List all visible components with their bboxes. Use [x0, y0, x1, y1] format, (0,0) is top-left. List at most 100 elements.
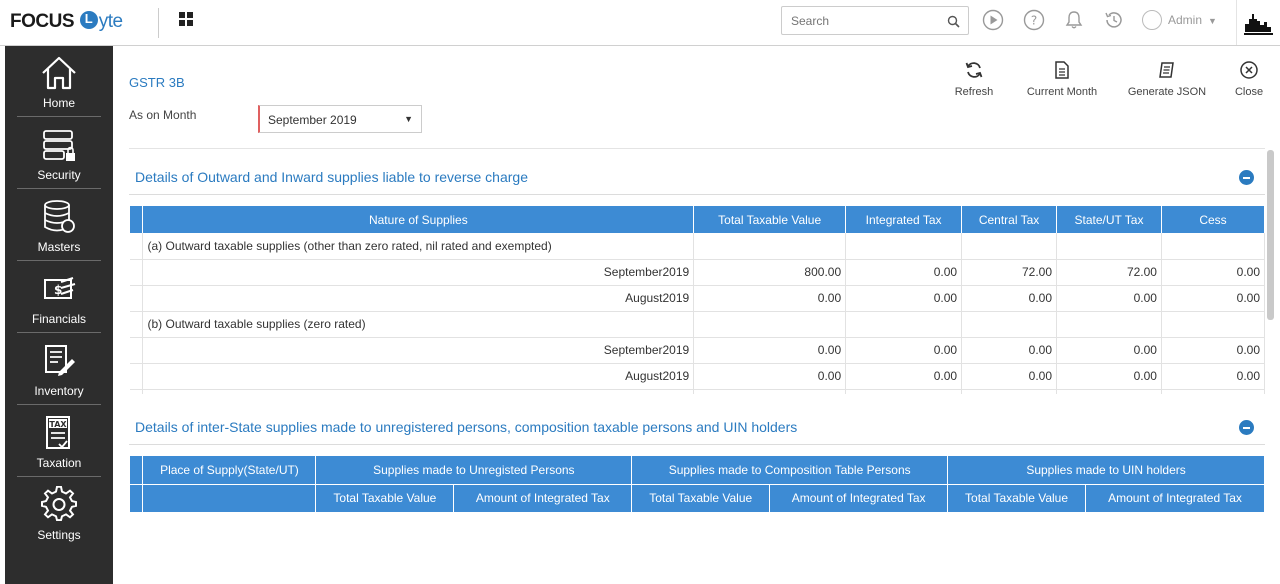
table-row[interactable]: September2019 800.00 0.00 72.00 72.00 0.00 — [130, 259, 1265, 286]
column-header[interactable]: Nature of Supplies — [142, 206, 695, 233]
sidebar-item-taxation[interactable]: TAX Taxation — [5, 406, 113, 478]
section-title-reverse-charge: Details of Outward and Inward supplies l… — [135, 169, 528, 185]
focus-lyte-logo[interactable]: FOCUS yte — [10, 11, 123, 33]
sidebar-item-home[interactable]: Home — [5, 46, 113, 118]
value-cell — [1161, 389, 1265, 394]
sidebar-item-masters[interactable]: Masters — [5, 190, 113, 262]
table-row[interactable]: August2019 0.00 0.00 0.00 0.00 0.00 — [130, 285, 1265, 312]
sidebar-item-financials[interactable]: $ Financials — [5, 262, 113, 334]
column-header[interactable]: Amount of Integrated Tax — [769, 484, 949, 513]
value-cell: 800.00 — [693, 259, 847, 286]
section-title-inter-state: Details of inter-State supplies made to … — [135, 419, 798, 435]
current-month-button[interactable]: Current Month — [1021, 60, 1103, 98]
app-grid-icon[interactable] — [179, 12, 193, 26]
value-cell: 0.00 — [1056, 363, 1162, 390]
sidebar-label-inventory: Inventory — [34, 384, 84, 398]
supply-period-cell: September2019 — [142, 259, 695, 286]
value-cell — [693, 389, 847, 394]
help-icon[interactable]: ? — [1023, 9, 1045, 31]
search-input[interactable] — [782, 7, 932, 34]
sidebar-separator — [17, 332, 101, 333]
play-icon[interactable] — [982, 9, 1004, 31]
section-divider — [129, 194, 1265, 195]
refresh-label: Refresh — [954, 86, 994, 98]
month-select-value: September 2019 — [268, 113, 357, 127]
column-group-header: Supplies made to Composition Table Perso… — [631, 456, 949, 485]
divider — [129, 148, 1265, 149]
month-select[interactable]: September 2019 ▼ — [258, 105, 422, 133]
refresh-icon — [965, 62, 983, 78]
row-header-cell — [130, 456, 144, 485]
taxation-icon: TAX — [46, 416, 70, 449]
sidebar-label-security: Security — [37, 168, 81, 182]
refresh-button[interactable]: Refresh — [951, 60, 997, 98]
inventory-icon — [45, 345, 75, 376]
value-cell: 0.00 — [961, 363, 1058, 390]
value-cell — [1161, 311, 1265, 338]
row-header-cell — [130, 337, 144, 364]
column-header[interactable]: Central Tax — [961, 206, 1058, 233]
supply-category-cell: (b) Outward taxable supplies (zero rated… — [142, 311, 695, 338]
sidebar-item-inventory[interactable]: Inventory — [5, 334, 113, 406]
column-header[interactable]: Total Taxable Value — [631, 484, 771, 513]
value-cell — [1056, 389, 1162, 394]
row-header-cell — [130, 206, 144, 233]
sidebar-separator — [17, 476, 101, 477]
logo-text-focus: FOCUS — [10, 11, 75, 32]
page-title: GSTR 3B — [129, 75, 185, 90]
notification-bell-icon[interactable] — [1063, 9, 1085, 31]
close-label: Close — [1234, 86, 1264, 98]
value-cell — [961, 311, 1058, 338]
value-cell: 0.00 — [845, 337, 963, 364]
close-button[interactable]: Close — [1231, 60, 1267, 98]
column-header[interactable]: Total Taxable Value — [947, 484, 1086, 513]
value-cell: 0.00 — [1056, 285, 1162, 312]
svg-text:?: ? — [1031, 14, 1037, 28]
column-header[interactable]: Integrated Tax — [845, 206, 963, 233]
avatar-icon — [1142, 10, 1162, 30]
sidebar-label-financials: Financials — [31, 312, 87, 326]
table-header-row: Nature of Supplies Total Taxable Value I… — [130, 206, 1265, 233]
page-scrollbar[interactable] — [1267, 150, 1274, 320]
column-header[interactable]: Amount of Integrated Tax — [453, 484, 633, 513]
column-header[interactable]: Total Taxable Value — [693, 206, 847, 233]
settings-icon — [41, 486, 77, 522]
table-sub-header-row: Total Taxable Value Amount of Integrated… — [130, 484, 1265, 513]
sidebar-separator — [17, 188, 101, 189]
supply-category-cell: (a) Outward taxable supplies (other than… — [142, 233, 695, 260]
table-row[interactable] — [130, 389, 1265, 394]
security-icon — [43, 130, 75, 161]
value-cell — [1056, 233, 1162, 260]
sidebar-item-settings[interactable]: Settings — [5, 478, 113, 550]
table-row[interactable]: (b) Outward taxable supplies (zero rated… — [130, 311, 1265, 338]
user-menu[interactable]: Admin ▼ — [1142, 10, 1217, 30]
column-header[interactable]: Place of Supply(State/UT) — [142, 456, 317, 485]
table-row[interactable]: September2019 0.00 0.00 0.00 0.00 0.00 — [130, 337, 1265, 364]
svg-text:$: $ — [54, 283, 62, 297]
search-icon[interactable] — [947, 15, 960, 28]
company-logo-tile[interactable] — [1236, 0, 1280, 45]
close-icon — [1240, 61, 1258, 79]
value-cell — [961, 389, 1058, 394]
sidebar-label-masters: Masters — [37, 240, 81, 254]
table-row[interactable]: August2019 0.00 0.00 0.00 0.00 0.00 — [130, 363, 1265, 390]
sidebar-item-security[interactable]: Security — [5, 118, 113, 190]
collapse-section-1-button[interactable] — [1239, 170, 1254, 185]
empty-header-cell — [142, 484, 317, 513]
supply-period-cell: August2019 — [142, 285, 695, 312]
generate-json-button[interactable]: Generate JSON — [1127, 60, 1207, 98]
history-icon[interactable] — [1103, 9, 1125, 31]
value-cell: 0.00 — [961, 285, 1058, 312]
value-cell: 0.00 — [1161, 337, 1265, 364]
column-header[interactable]: State/UT Tax — [1056, 206, 1162, 233]
supplies-table: Nature of Supplies Total Taxable Value I… — [130, 206, 1265, 394]
column-header[interactable]: Cess — [1161, 206, 1265, 233]
collapse-section-2-button[interactable] — [1239, 420, 1254, 435]
value-cell: 0.00 — [693, 285, 847, 312]
sidebar-label-home: Home — [42, 96, 75, 110]
supplies-table-scroll[interactable]: Nature of Supplies Total Taxable Value I… — [130, 206, 1265, 394]
table-row[interactable]: (a) Outward taxable supplies (other than… — [130, 233, 1265, 260]
row-header-cell — [130, 233, 144, 260]
column-header[interactable]: Total Taxable Value — [315, 484, 455, 513]
column-header[interactable]: Amount of Integrated Tax — [1085, 484, 1265, 513]
